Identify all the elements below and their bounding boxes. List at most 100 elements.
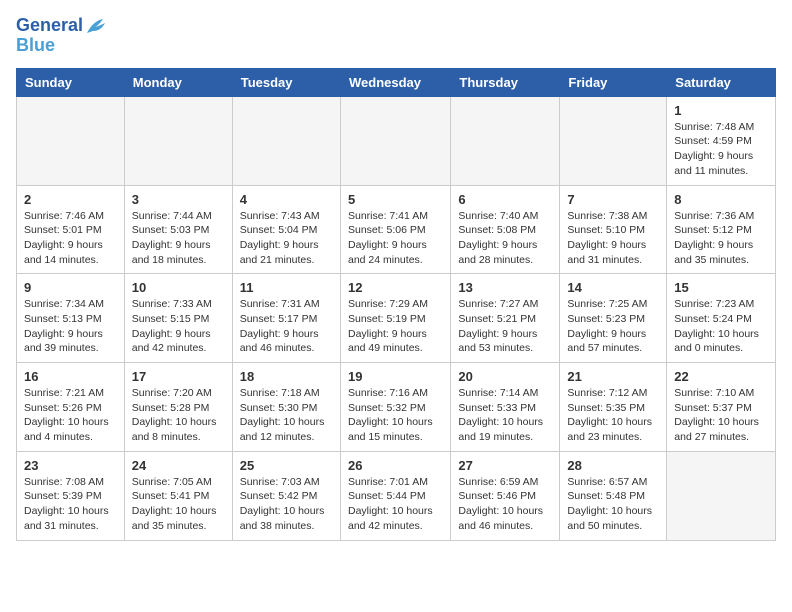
- calendar-cell: 23 Sunrise: 7:08 AM Sunset: 5:39 PM Dayli…: [17, 451, 125, 540]
- week-row-4: 23 Sunrise: 7:08 AM Sunset: 5:39 PM Dayli…: [17, 451, 776, 540]
- day-number: 26: [348, 458, 443, 473]
- day-info: Sunrise: 7:14 AM Sunset: 5:33 PM Dayligh…: [458, 386, 552, 445]
- logo: General Blue: [16, 16, 107, 56]
- day-info: Sunrise: 7:12 AM Sunset: 5:35 PM Dayligh…: [567, 386, 659, 445]
- calendar-cell: 6 Sunrise: 7:40 AM Sunset: 5:08 PM Daylig…: [451, 185, 560, 274]
- calendar-cell: [124, 96, 232, 185]
- logo-blue: Blue: [16, 35, 55, 55]
- calendar-cell: [340, 96, 450, 185]
- calendar-cell: 20 Sunrise: 7:14 AM Sunset: 5:33 PM Dayli…: [451, 363, 560, 452]
- calendar-cell: 3 Sunrise: 7:44 AM Sunset: 5:03 PM Daylig…: [124, 185, 232, 274]
- day-number: 4: [240, 192, 333, 207]
- calendar-cell: [451, 96, 560, 185]
- header-friday: Friday: [560, 68, 667, 96]
- day-number: 25: [240, 458, 333, 473]
- day-info: Sunrise: 7:27 AM Sunset: 5:21 PM Dayligh…: [458, 297, 552, 356]
- day-number: 5: [348, 192, 443, 207]
- day-number: 19: [348, 369, 443, 384]
- day-info: Sunrise: 7:33 AM Sunset: 5:15 PM Dayligh…: [132, 297, 225, 356]
- calendar-cell: 13 Sunrise: 7:27 AM Sunset: 5:21 PM Dayli…: [451, 274, 560, 363]
- calendar-cell: 18 Sunrise: 7:18 AM Sunset: 5:30 PM Dayli…: [232, 363, 340, 452]
- calendar-cell: 25 Sunrise: 7:03 AM Sunset: 5:42 PM Dayli…: [232, 451, 340, 540]
- day-info: Sunrise: 7:31 AM Sunset: 5:17 PM Dayligh…: [240, 297, 333, 356]
- day-number: 12: [348, 280, 443, 295]
- header-saturday: Saturday: [667, 68, 776, 96]
- calendar-body: 1Sunrise: 7:48 AM Sunset: 4:59 PM Daylig…: [17, 96, 776, 540]
- day-number: 28: [567, 458, 659, 473]
- calendar-cell: 19Sunrise: 7:16 AM Sunset: 5:32 PM Dayli…: [340, 363, 450, 452]
- calendar-cell: 9 Sunrise: 7:34 AM Sunset: 5:13 PM Daylig…: [17, 274, 125, 363]
- calendar-cell: 17 Sunrise: 7:20 AM Sunset: 5:28 PM Dayli…: [124, 363, 232, 452]
- day-number: 20: [458, 369, 552, 384]
- day-number: 3: [132, 192, 225, 207]
- week-row-1: 2 Sunrise: 7:46 AM Sunset: 5:01 PM Daylig…: [17, 185, 776, 274]
- day-info: Sunrise: 6:59 AM Sunset: 5:46 PM Dayligh…: [458, 475, 552, 534]
- day-number: 21: [567, 369, 659, 384]
- week-row-0: 1Sunrise: 7:48 AM Sunset: 4:59 PM Daylig…: [17, 96, 776, 185]
- calendar-cell: 2 Sunrise: 7:46 AM Sunset: 5:01 PM Daylig…: [17, 185, 125, 274]
- calendar-cell: 7 Sunrise: 7:38 AM Sunset: 5:10 PM Daylig…: [560, 185, 667, 274]
- calendar-cell: 26 Sunrise: 7:01 AM Sunset: 5:44 PM Dayli…: [340, 451, 450, 540]
- day-number: 6: [458, 192, 552, 207]
- calendar-cell: [667, 451, 776, 540]
- day-info: Sunrise: 7:34 AM Sunset: 5:13 PM Dayligh…: [24, 297, 117, 356]
- calendar-cell: [560, 96, 667, 185]
- calendar-cell: 11 Sunrise: 7:31 AM Sunset: 5:17 PM Dayli…: [232, 274, 340, 363]
- day-info: Sunrise: 7:10 AM Sunset: 5:37 PM Dayligh…: [674, 386, 768, 445]
- logo-general: General: [16, 16, 83, 36]
- day-number: 11: [240, 280, 333, 295]
- calendar-cell: 1Sunrise: 7:48 AM Sunset: 4:59 PM Daylig…: [667, 96, 776, 185]
- day-info: Sunrise: 7:43 AM Sunset: 5:04 PM Dayligh…: [240, 209, 333, 268]
- calendar-cell: 10 Sunrise: 7:33 AM Sunset: 5:15 PM Dayli…: [124, 274, 232, 363]
- calendar-cell: 4 Sunrise: 7:43 AM Sunset: 5:04 PM Daylig…: [232, 185, 340, 274]
- day-info: Sunrise: 7:46 AM Sunset: 5:01 PM Dayligh…: [24, 209, 117, 268]
- calendar-cell: 28 Sunrise: 6:57 AM Sunset: 5:48 PM Dayli…: [560, 451, 667, 540]
- day-info: Sunrise: 7:36 AM Sunset: 5:12 PM Dayligh…: [674, 209, 768, 268]
- day-info: Sunrise: 6:57 AM Sunset: 5:48 PM Dayligh…: [567, 475, 659, 534]
- day-number: 18: [240, 369, 333, 384]
- day-info: Sunrise: 7:08 AM Sunset: 5:39 PM Dayligh…: [24, 475, 117, 534]
- week-row-3: 16Sunrise: 7:21 AM Sunset: 5:26 PM Dayli…: [17, 363, 776, 452]
- day-number: 13: [458, 280, 552, 295]
- calendar-header-row: SundayMondayTuesdayWednesdayThursdayFrid…: [17, 68, 776, 96]
- day-number: 15: [674, 280, 768, 295]
- day-number: 10: [132, 280, 225, 295]
- day-info: Sunrise: 7:29 AM Sunset: 5:19 PM Dayligh…: [348, 297, 443, 356]
- day-number: 17: [132, 369, 225, 384]
- day-number: 22: [674, 369, 768, 384]
- calendar-cell: 27Sunrise: 6:59 AM Sunset: 5:46 PM Dayli…: [451, 451, 560, 540]
- day-info: Sunrise: 7:38 AM Sunset: 5:10 PM Dayligh…: [567, 209, 659, 268]
- day-info: Sunrise: 7:05 AM Sunset: 5:41 PM Dayligh…: [132, 475, 225, 534]
- day-number: 24: [132, 458, 225, 473]
- calendar-cell: 22 Sunrise: 7:10 AM Sunset: 5:37 PM Dayli…: [667, 363, 776, 452]
- week-row-2: 9 Sunrise: 7:34 AM Sunset: 5:13 PM Daylig…: [17, 274, 776, 363]
- header-tuesday: Tuesday: [232, 68, 340, 96]
- day-info: Sunrise: 7:03 AM Sunset: 5:42 PM Dayligh…: [240, 475, 333, 534]
- day-number: 23: [24, 458, 117, 473]
- header-sunday: Sunday: [17, 68, 125, 96]
- calendar-cell: [17, 96, 125, 185]
- calendar-cell: 8 Sunrise: 7:36 AM Sunset: 5:12 PM Daylig…: [667, 185, 776, 274]
- day-number: 1: [674, 103, 768, 118]
- day-info: Sunrise: 7:01 AM Sunset: 5:44 PM Dayligh…: [348, 475, 443, 534]
- day-info: Sunrise: 7:18 AM Sunset: 5:30 PM Dayligh…: [240, 386, 333, 445]
- header-wednesday: Wednesday: [340, 68, 450, 96]
- day-info: Sunrise: 7:20 AM Sunset: 5:28 PM Dayligh…: [132, 386, 225, 445]
- calendar-cell: 14Sunrise: 7:25 AM Sunset: 5:23 PM Dayli…: [560, 274, 667, 363]
- day-number: 9: [24, 280, 117, 295]
- calendar-table: SundayMondayTuesdayWednesdayThursdayFrid…: [16, 68, 776, 541]
- calendar-cell: 21 Sunrise: 7:12 AM Sunset: 5:35 PM Dayli…: [560, 363, 667, 452]
- calendar-cell: 12 Sunrise: 7:29 AM Sunset: 5:19 PM Dayli…: [340, 274, 450, 363]
- calendar-cell: 16Sunrise: 7:21 AM Sunset: 5:26 PM Dayli…: [17, 363, 125, 452]
- day-info: Sunrise: 7:44 AM Sunset: 5:03 PM Dayligh…: [132, 209, 225, 268]
- day-number: 8: [674, 192, 768, 207]
- calendar-cell: 15 Sunrise: 7:23 AM Sunset: 5:24 PM Dayli…: [667, 274, 776, 363]
- day-info: Sunrise: 7:21 AM Sunset: 5:26 PM Dayligh…: [24, 386, 117, 445]
- day-number: 2: [24, 192, 117, 207]
- logo-bird-icon: [85, 17, 107, 35]
- day-info: Sunrise: 7:25 AM Sunset: 5:23 PM Dayligh…: [567, 297, 659, 356]
- day-number: 7: [567, 192, 659, 207]
- day-info: Sunrise: 7:40 AM Sunset: 5:08 PM Dayligh…: [458, 209, 552, 268]
- calendar-cell: 5Sunrise: 7:41 AM Sunset: 5:06 PM Daylig…: [340, 185, 450, 274]
- day-info: Sunrise: 7:23 AM Sunset: 5:24 PM Dayligh…: [674, 297, 768, 356]
